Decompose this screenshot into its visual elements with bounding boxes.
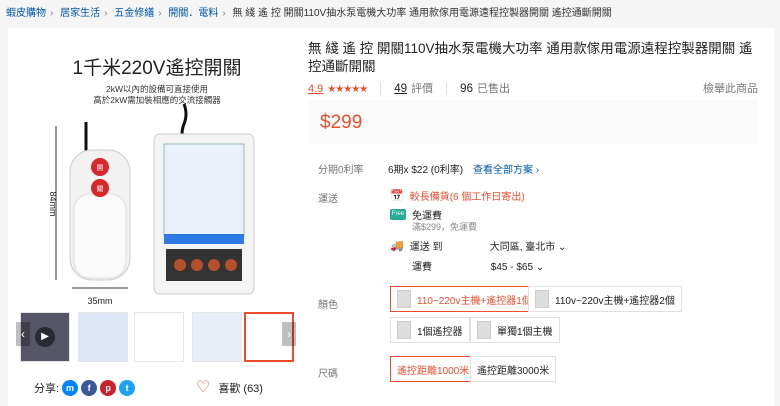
- option-thumb-icon: [397, 290, 411, 308]
- rating-stars-icon: ★★★★★: [327, 84, 368, 95]
- breadcrumb: 蝦皮購物 › 居家生活 › 五金修繕 › 開關．電料 › 無 綫 遙 控 開關110V抽…: [6, 4, 776, 18]
- facebook-icon[interactable]: f: [81, 380, 98, 396]
- reviews-label: 評價: [411, 83, 434, 95]
- heart-icon: ♡: [196, 379, 211, 396]
- image-sub2: 高於2kW需加裝相應的交流接觸器: [93, 95, 221, 105]
- rating-value[interactable]: 4.9: [308, 83, 323, 95]
- color-option[interactable]: 110~220v主機+遙控器1個: [390, 286, 539, 312]
- shipping-late: 📅 較長備貨(6 個工作日寄出): [390, 190, 525, 203]
- truck-icon: 🚚: [390, 240, 404, 252]
- breadcrumb-item-switch[interactable]: 開關．電料: [168, 8, 218, 18]
- sold-label: 已售出: [476, 83, 510, 95]
- thumbnail-prev-icon[interactable]: ‹: [16, 322, 30, 346]
- installment-value: 6期x $22 (0利率): [388, 165, 464, 176]
- option-thumb-icon: [535, 290, 549, 308]
- breadcrumb-separator: ›: [104, 8, 108, 18]
- color-option[interactable]: 1個遙控器: [390, 317, 470, 343]
- sold-count: 96: [460, 83, 473, 95]
- size-option[interactable]: 遙控距離3000米: [470, 356, 557, 382]
- breadcrumb-home[interactable]: 蝦皮購物: [6, 8, 46, 18]
- breadcrumb-separator: ›: [158, 8, 162, 18]
- color-option[interactable]: 單獨1個主機: [470, 317, 560, 343]
- breadcrumb-item-hardware[interactable]: 五金修繕: [114, 8, 154, 18]
- dim-height: 84mm: [48, 191, 58, 216]
- color-label: 顏色: [318, 300, 338, 311]
- svg-text:開: 開: [97, 164, 104, 172]
- divider: [380, 83, 382, 96]
- twitter-icon[interactable]: t: [119, 380, 136, 396]
- product-title: 無 綫 遙 控 開關110V抽水泵電機大功率 通用款傢用電源遠程控製器開關 遙控…: [308, 41, 753, 74]
- product-illustration: 1千米220V遙控開關 2kW以內的設備可直接使用 高於2kW需加裝相應的交流接…: [48, 57, 255, 306]
- like-button[interactable]: ♡ 喜歡 (63): [196, 378, 263, 398]
- shipping-fee-value[interactable]: $45 - $65 ⌄: [491, 262, 544, 273]
- size-label: 尺碼: [318, 369, 338, 380]
- installment-label: 分期0利率: [318, 165, 364, 176]
- size-option[interactable]: 遙控距離1000米: [390, 356, 477, 382]
- product-card: 1千米220V遙控開關 2kW以內的設備可直接使用 高於2kW需加裝相應的交流接…: [8, 28, 774, 406]
- breadcrumb-current: 無 綫 遙 控 開關110V抽水泵電機大功率 通用款傢用電源遠程控製器開關 遙控…: [232, 8, 612, 18]
- image-headline: 1千米220V遙控開關: [73, 57, 242, 79]
- remote-drawing: 開 關: [69, 122, 131, 281]
- thumbnail-image[interactable]: [192, 312, 242, 362]
- shipping-label: 運送: [318, 194, 338, 205]
- image-sub1: 2kW以內的設備可直接使用: [106, 84, 208, 94]
- breadcrumb-separator: ›: [222, 8, 226, 18]
- color-option[interactable]: 110v~220v主機+遙控器2個: [528, 286, 682, 312]
- free-shipping-icon: Free: [390, 209, 406, 220]
- price: $299: [320, 112, 363, 133]
- installment-link[interactable]: 查看全部方案 ›: [473, 161, 539, 176]
- thumbnail-image[interactable]: [78, 312, 128, 362]
- like-label: 喜歡 (63): [218, 383, 263, 395]
- share-row: 分享: m f p t: [34, 378, 136, 398]
- thumbnail-next-icon[interactable]: ›: [282, 322, 296, 346]
- price-box: $299: [308, 100, 758, 144]
- shipping-to: 🚚 運送 到 大同區, 臺北市 ⌄: [390, 238, 567, 253]
- divider: [446, 83, 448, 96]
- shipping-destination[interactable]: 大同區, 臺北市 ⌄: [490, 238, 567, 253]
- play-icon: ▶: [35, 327, 55, 347]
- thumbnail-image[interactable]: [134, 312, 184, 362]
- thumbnail-strip: ▶ ‹ ›: [16, 312, 298, 362]
- dim-width: 35mm: [87, 296, 112, 306]
- product-stats: 4.9 ★★★★★ 49 評價 96 已售出 檢舉此商品: [308, 80, 758, 96]
- breadcrumb-separator: ›: [50, 8, 54, 18]
- product-main-image[interactable]: 1千米220V遙控開關 2kW以內的設備可直接使用 高於2kW需加裝相應的交流接…: [16, 34, 298, 316]
- option-thumb-icon: [397, 321, 411, 339]
- option-thumb-icon: [477, 321, 491, 339]
- shipping-free-sub: 滿$299，免運費: [412, 222, 478, 232]
- pinterest-icon[interactable]: p: [100, 380, 117, 396]
- share-label: 分享:: [34, 383, 60, 395]
- chevron-down-icon: ⌄: [535, 262, 545, 273]
- calendar-icon: 📅: [390, 190, 404, 202]
- shipping-fee: 運費 $45 - $65 ⌄: [412, 262, 545, 273]
- report-link[interactable]: 檢舉此商品: [703, 80, 758, 96]
- svg-text:關: 關: [97, 185, 104, 193]
- chevron-right-icon: ›: [535, 165, 540, 176]
- reviews-count[interactable]: 49: [394, 83, 407, 95]
- breadcrumb-item-home-living[interactable]: 居家生活: [60, 8, 100, 18]
- controller-drawing: [153, 103, 255, 295]
- chevron-down-icon: ⌄: [558, 242, 567, 253]
- messenger-icon[interactable]: m: [62, 380, 79, 396]
